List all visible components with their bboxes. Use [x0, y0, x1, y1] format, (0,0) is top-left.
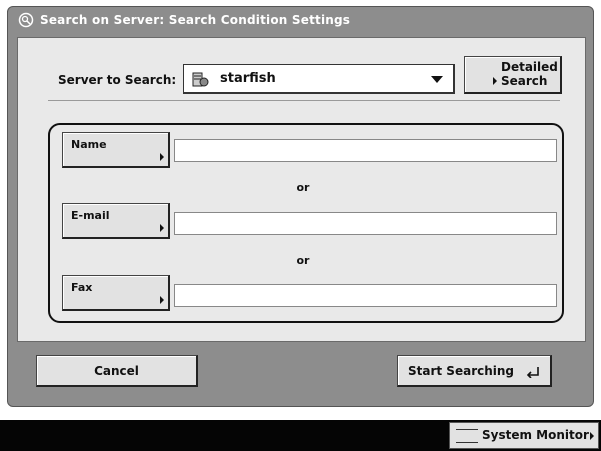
search-server-icon	[18, 12, 34, 28]
start-searching-button[interactable]: Start Searching	[397, 355, 552, 387]
server-select[interactable]: starfish	[183, 64, 455, 94]
server-label: Server to Search:	[58, 73, 177, 87]
name-button-label: Name	[71, 138, 107, 151]
or-separator: or	[296, 254, 310, 267]
cancel-button[interactable]: Cancel	[36, 355, 198, 387]
dialog-window: Search on Server: Search Condition Setti…	[7, 6, 594, 407]
email-button[interactable]: E-mail	[62, 203, 170, 239]
cancel-button-label: Cancel	[94, 364, 139, 378]
monitor-icon	[456, 429, 478, 443]
system-monitor-button[interactable]: System Monitor	[449, 422, 599, 449]
arrow-right-icon	[590, 432, 594, 440]
name-button[interactable]: Name	[62, 132, 170, 168]
fax-button[interactable]: Fax	[62, 275, 170, 311]
name-input[interactable]	[174, 139, 557, 162]
fax-button-label: Fax	[71, 281, 93, 294]
fax-input[interactable]	[174, 284, 557, 307]
arrow-right-icon	[160, 153, 164, 161]
server-icon	[192, 72, 209, 86]
chevron-down-icon[interactable]	[431, 76, 443, 83]
arrow-right-icon	[493, 77, 497, 85]
detailed-search-label-line1: Detailed	[501, 60, 558, 74]
search-conditions-panel: Name or E-mail or Fax	[48, 123, 564, 323]
dialog-title: Search on Server: Search Condition Setti…	[40, 13, 351, 27]
content-area: Server to Search: starfish Detailed Sear…	[17, 37, 586, 342]
email-button-label: E-mail	[71, 209, 110, 222]
server-selected-value: starfish	[220, 71, 276, 86]
arrow-right-icon	[160, 224, 164, 232]
enter-icon	[526, 367, 539, 378]
arrow-right-icon	[160, 296, 164, 304]
start-searching-label: Start Searching	[408, 364, 515, 378]
system-monitor-label: System Monitor	[482, 428, 589, 442]
detailed-search-label-line2: Search	[501, 74, 548, 88]
title-bar: Search on Server: Search Condition Setti…	[8, 7, 593, 33]
email-input[interactable]	[174, 212, 557, 235]
or-separator: or	[296, 181, 310, 194]
divider	[48, 100, 560, 101]
detailed-search-button[interactable]: Detailed Search	[464, 56, 562, 94]
